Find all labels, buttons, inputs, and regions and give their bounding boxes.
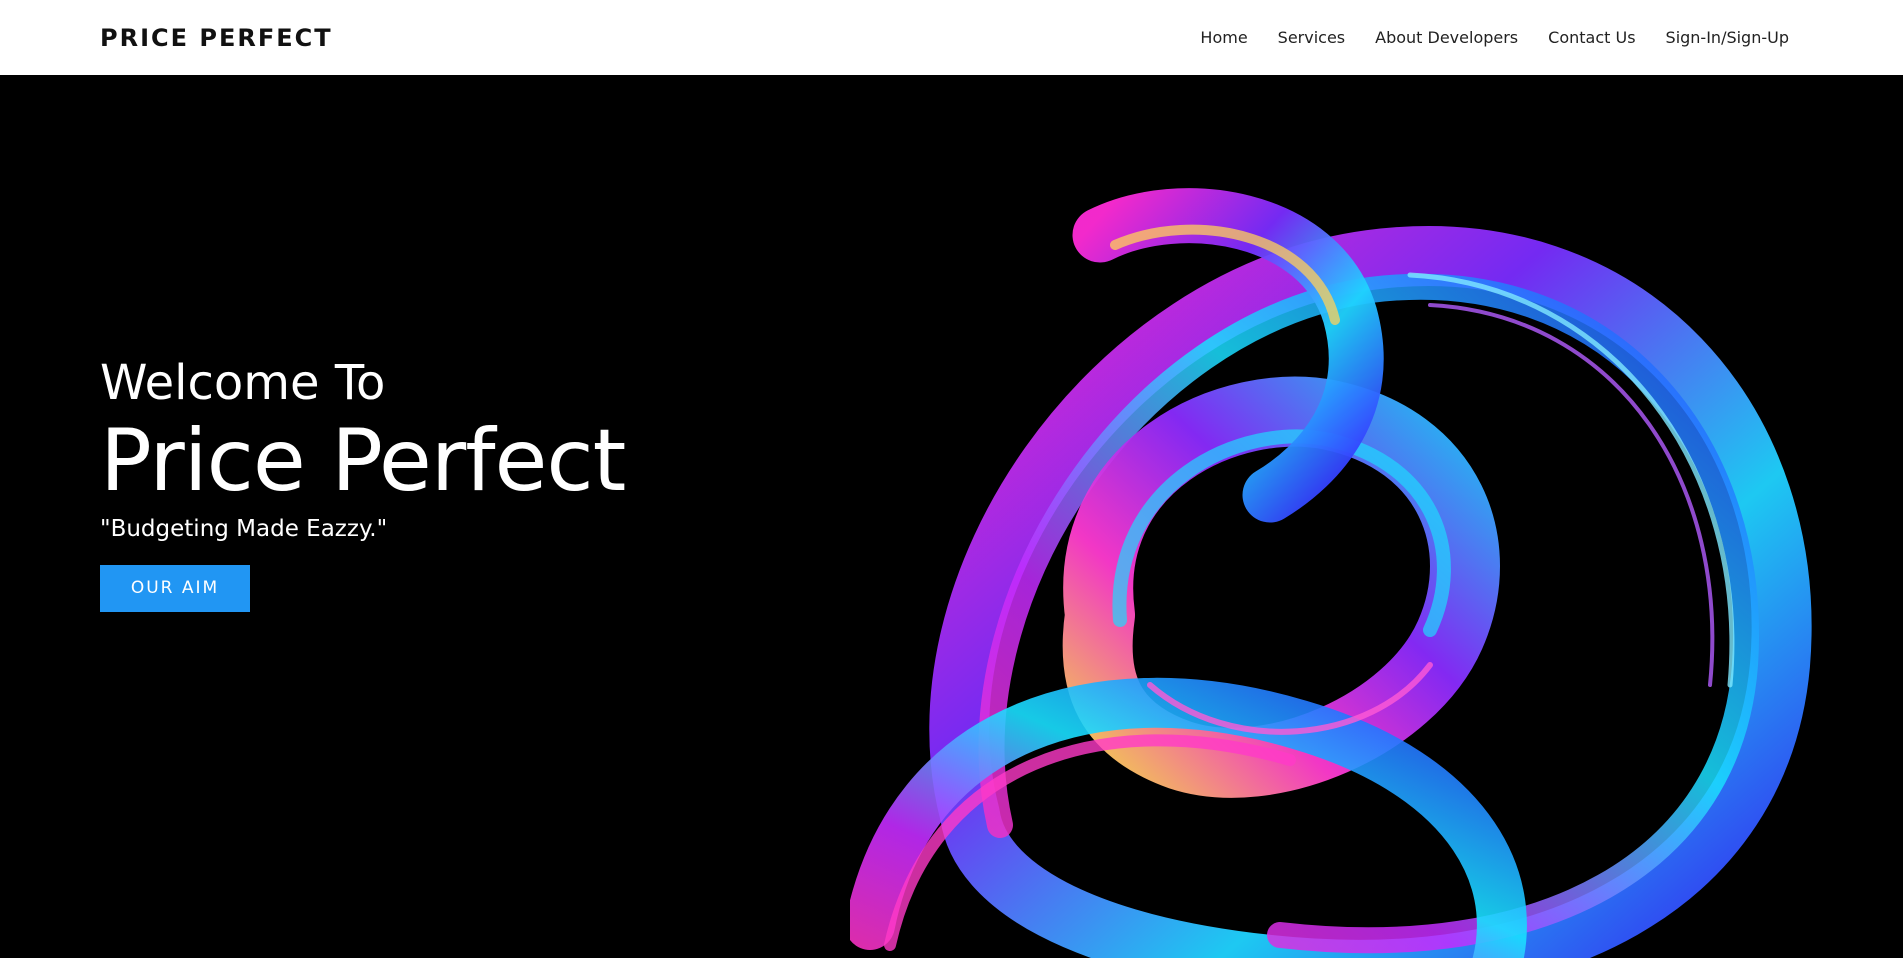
hero-section: Welcome To Price Perfect "Budgeting Made… xyxy=(0,75,1903,958)
nav-link-about-developers[interactable]: About Developers xyxy=(1375,28,1518,47)
abstract-swirl-graphic xyxy=(850,188,1812,958)
nav-link-contact-us[interactable]: Contact Us xyxy=(1548,28,1635,47)
nav-link-sign-in-sign-up[interactable]: Sign-In/Sign-Up xyxy=(1666,28,1789,47)
nav-link-services[interactable]: Services xyxy=(1278,28,1345,47)
our-aim-button[interactable]: OUR AIM xyxy=(100,565,250,612)
nav-links: Home Services About Developers Contact U… xyxy=(1200,28,1789,47)
nav-link-home[interactable]: Home xyxy=(1200,28,1247,47)
hero-welcome: Welcome To xyxy=(100,355,386,411)
hero-text: Welcome To Price Perfect "Budgeting Made… xyxy=(100,355,626,612)
brand-logo[interactable]: PRICE PERFECT xyxy=(100,24,333,52)
hero-title: Price Perfect xyxy=(100,411,626,511)
navbar: PRICE PERFECT Home Services About Develo… xyxy=(0,0,1903,75)
hero-tagline: "Budgeting Made Eazzy." xyxy=(100,516,388,542)
